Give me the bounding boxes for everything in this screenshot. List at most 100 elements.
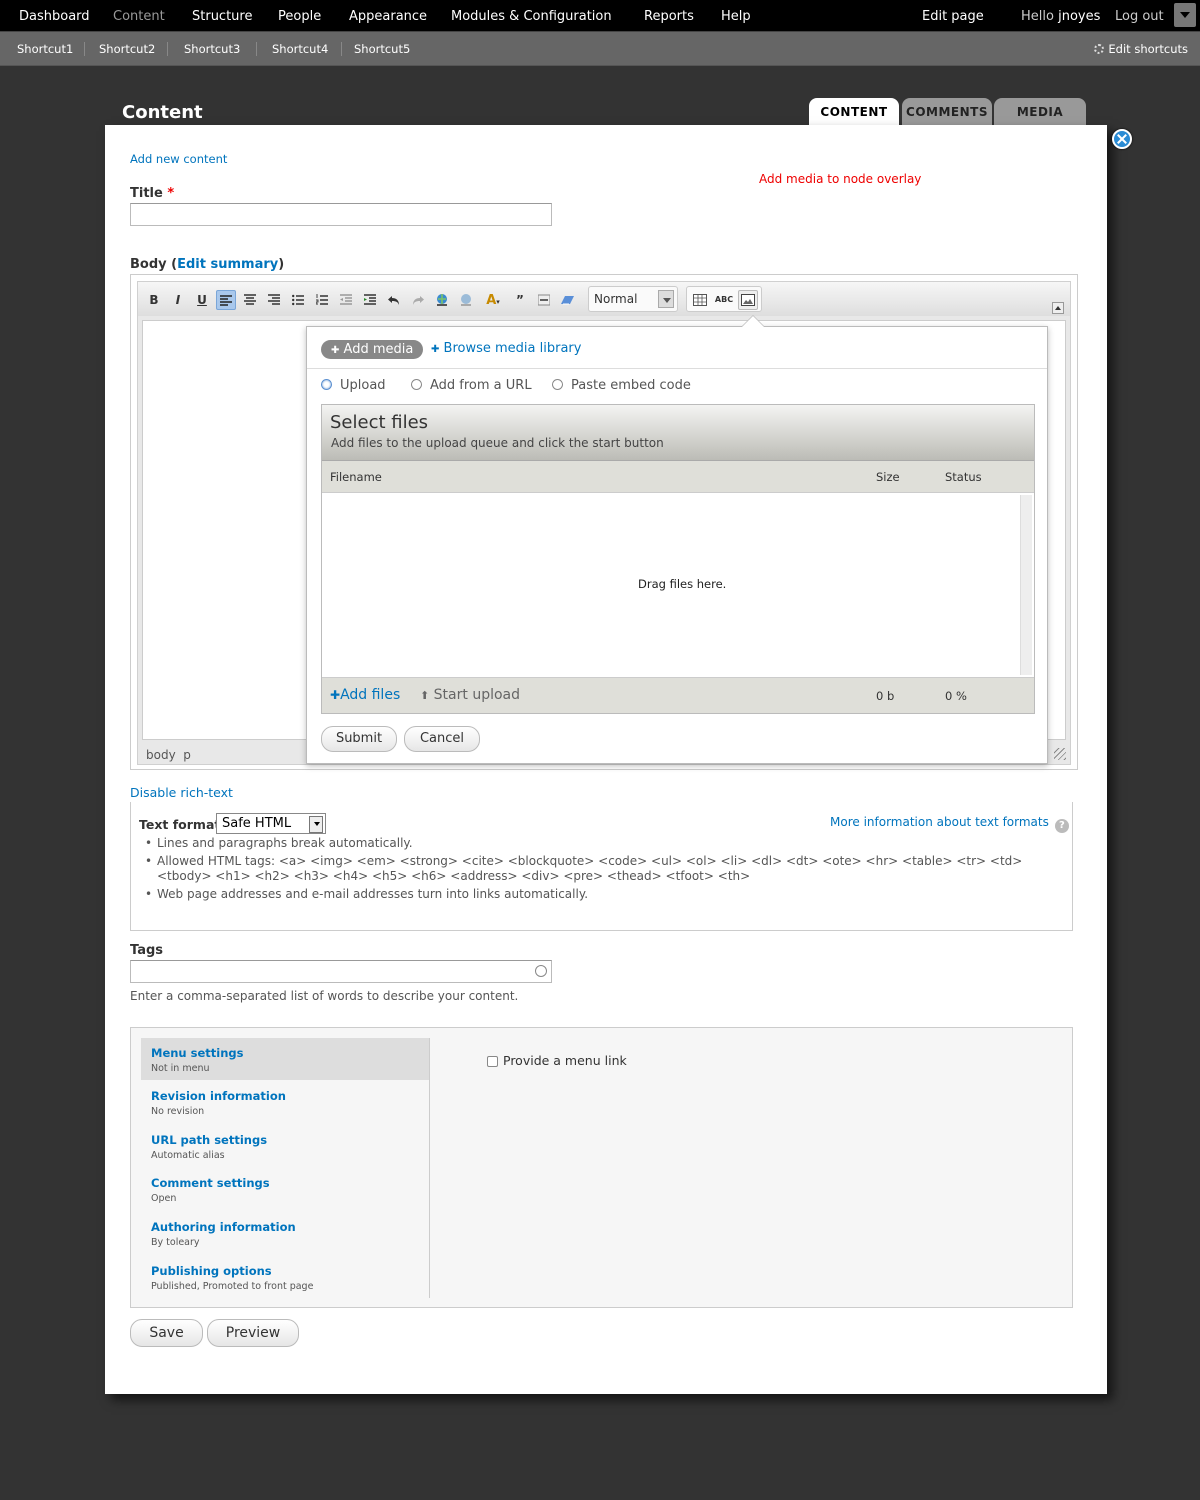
link-icon[interactable] — [432, 290, 452, 310]
more-info-text-formats[interactable]: More information about text formats? — [830, 815, 1069, 833]
checkbox-icon[interactable] — [487, 1056, 498, 1067]
radio-upload-label: Upload — [340, 378, 386, 393]
username[interactable]: jnoyes — [1058, 9, 1100, 24]
submit-button[interactable]: Submit — [321, 726, 397, 752]
add-media-tab[interactable]: ✚ Add media — [321, 340, 424, 359]
blockquote-icon[interactable]: ” — [510, 290, 530, 310]
vtab-menu-settings[interactable]: Menu settings Not in menu — [141, 1038, 429, 1080]
vtab-comment-settings[interactable]: Comment settings Open — [141, 1168, 429, 1210]
radio-upload[interactable]: Upload — [321, 378, 386, 393]
vtab-title: Authoring information — [151, 1220, 296, 1234]
toolbar-reports[interactable]: Reports — [644, 9, 694, 24]
add-files-button[interactable]: ✚Add files — [330, 687, 400, 703]
align-right-icon[interactable] — [264, 290, 284, 310]
toolbar-help[interactable]: Help — [721, 9, 751, 24]
browse-media-library-link[interactable]: ✚ Browse media library — [431, 341, 581, 356]
toolbar-collapse-button[interactable] — [1052, 302, 1064, 314]
gear-icon — [1094, 44, 1105, 54]
remove-format-icon[interactable] — [558, 290, 578, 310]
breadcrumb-add-new-content[interactable]: Add new content — [130, 152, 227, 166]
title-label-text: Title — [130, 186, 163, 201]
drop-zone[interactable]: Drag files here. — [322, 493, 1034, 677]
vtab-publishing-options[interactable]: Publishing options Published, Promoted to… — [141, 1256, 429, 1298]
media-icon[interactable] — [738, 290, 758, 310]
redo-icon[interactable] — [408, 290, 428, 310]
logout-link[interactable]: Log out — [1115, 9, 1164, 24]
toolbar-appearance[interactable]: Appearance — [349, 9, 427, 24]
unlink-icon[interactable] — [456, 290, 476, 310]
shortcut-separator — [84, 42, 85, 56]
edit-summary-link[interactable]: Edit summary — [177, 257, 278, 272]
vtab-revision-information[interactable]: Revision information No revision — [141, 1081, 429, 1123]
vertical-tab-list: Menu settings Not in menu Revision inform… — [141, 1038, 430, 1298]
tip-item: Allowed HTML tags: <a> <img> <em> <stron… — [145, 854, 1055, 884]
toolbar-modules[interactable]: Modules & Configuration — [451, 9, 612, 24]
table-icon[interactable] — [690, 290, 710, 310]
outdent-icon[interactable] — [336, 290, 356, 310]
close-overlay-icon[interactable] — [1112, 129, 1132, 149]
vtab-authoring-information[interactable]: Authoring information By toleary — [141, 1212, 429, 1254]
vtab-title: Comment settings — [151, 1176, 270, 1190]
toolbar-structure[interactable]: Structure — [192, 9, 252, 24]
plus-icon: ✚ — [431, 344, 440, 355]
tab-comments[interactable]: COMMENTS — [902, 98, 992, 126]
underline-icon[interactable]: U — [192, 290, 212, 310]
element-path: body p — [146, 748, 191, 762]
bold-icon[interactable]: B — [144, 290, 164, 310]
toolbar-people[interactable]: People — [278, 9, 321, 24]
shortcut-separator — [341, 42, 342, 56]
undo-icon[interactable] — [384, 290, 404, 310]
tags-input[interactable] — [130, 960, 552, 983]
browse-label: Browse media library — [443, 341, 582, 356]
align-center-icon[interactable] — [240, 290, 260, 310]
shortcut-5[interactable]: Shortcut5 — [354, 42, 410, 56]
radio-add-from-url[interactable]: Add from a URL — [411, 378, 532, 393]
shortcut-separator — [256, 42, 257, 56]
upload-column-headers: Filename Size Status — [322, 461, 1034, 493]
total-size: 0 b — [876, 689, 895, 703]
start-upload-button[interactable]: ⬆ Start upload — [420, 687, 520, 703]
toolbar-dashboard[interactable]: Dashboard — [19, 9, 90, 24]
radio-paste-embed[interactable]: Paste embed code — [552, 378, 691, 393]
upload-scrollbar[interactable] — [1020, 495, 1032, 675]
tab-media[interactable]: MEDIA — [994, 98, 1086, 126]
toolbar-toggle-button[interactable] — [1174, 3, 1196, 27]
tab-content[interactable]: CONTENT — [809, 98, 899, 126]
title-input[interactable] — [130, 203, 552, 226]
vtab-title: Revision information — [151, 1089, 286, 1103]
format-select-value: Normal — [594, 292, 638, 306]
text-color-icon[interactable]: A▾ — [480, 290, 506, 310]
vtab-summary: Automatic alias — [151, 1150, 225, 1161]
align-left-icon[interactable] — [216, 290, 236, 310]
text-format-select[interactable]: Safe HTML — [216, 813, 326, 834]
vertical-tabs: Menu settings Not in menu Revision inform… — [130, 1027, 1073, 1308]
shortcut-3[interactable]: Shortcut3 — [184, 42, 240, 56]
edit-shortcuts-link[interactable]: Edit shortcuts — [1094, 42, 1188, 56]
disable-rich-text-link[interactable]: Disable rich-text — [130, 785, 233, 800]
help-icon[interactable]: ? — [1054, 819, 1069, 833]
resize-handle-icon[interactable] — [1054, 748, 1066, 760]
start-upload-label: Start upload — [433, 687, 521, 703]
toolbar-content[interactable]: Content — [113, 9, 165, 24]
indent-icon[interactable] — [360, 290, 380, 310]
col-size: Size — [876, 470, 900, 484]
shortcut-4[interactable]: Shortcut4 — [272, 42, 328, 56]
shortcut-1[interactable]: Shortcut1 — [17, 42, 73, 56]
numbered-list-icon[interactable] — [312, 290, 332, 310]
more-info-link[interactable]: More information about text formats — [830, 815, 1049, 829]
up-arrow-icon: ⬆ — [420, 689, 430, 702]
save-button[interactable]: Save — [130, 1319, 203, 1347]
edit-page-link[interactable]: Edit page — [922, 9, 984, 24]
shortcut-2[interactable]: Shortcut2 — [99, 42, 155, 56]
format-select[interactable]: Normal — [588, 286, 678, 312]
title-label: Title * — [130, 186, 174, 201]
preview-button[interactable]: Preview — [207, 1319, 299, 1347]
provide-menu-link[interactable]: Provide a menu link — [487, 1053, 627, 1068]
italic-icon[interactable]: I — [168, 290, 188, 310]
bulleted-list-icon[interactable] — [288, 290, 308, 310]
horizontal-rule-icon[interactable] — [534, 290, 554, 310]
vtab-url-path-settings[interactable]: URL path settings Automatic alias — [141, 1125, 429, 1167]
cancel-button[interactable]: Cancel — [404, 726, 480, 752]
spellcheck-icon[interactable]: ABC — [714, 290, 734, 310]
body-paren-close: ) — [278, 257, 285, 272]
